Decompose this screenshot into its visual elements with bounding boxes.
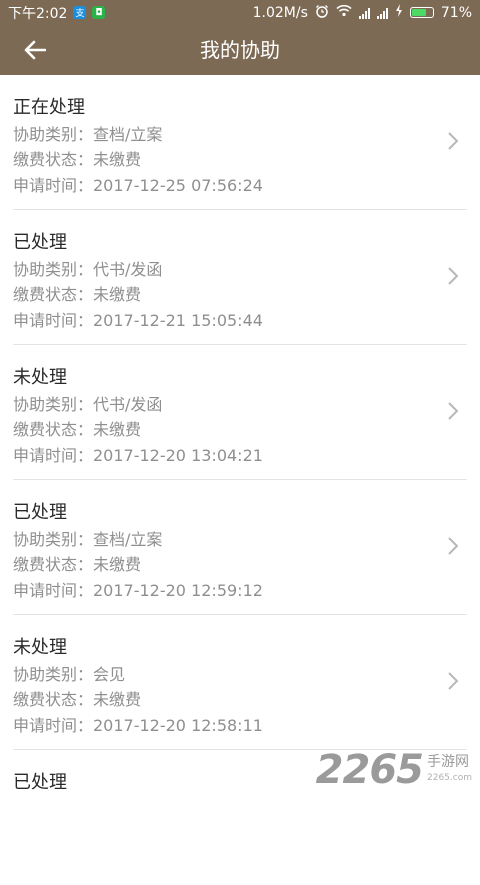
request-category: 协助类别：代书/发函 <box>13 395 163 414</box>
request-time: 申请时间：2017-12-25 07:56:24 <box>13 176 263 195</box>
list-item[interactable]: 已处理 协助类别：查档/立案 缴费状态：未缴费 申请时间：2017-12-20 … <box>13 480 467 615</box>
alarm-icon <box>315 4 329 22</box>
signal-icon <box>376 7 388 19</box>
watermark-logo: 2265 手游网 2265.com <box>316 748 472 792</box>
battery-icon <box>409 7 434 18</box>
alipay-icon: 支 <box>73 6 87 19</box>
watermark-sub: 2265.com <box>427 773 472 783</box>
status-left: 下午2:02 支 ◘ <box>8 3 106 23</box>
list-item[interactable]: 正在处理 协助类别：查档/立案 缴费状态：未缴费 申请时间：2017-12-25… <box>13 75 467 210</box>
request-status: 已处理 <box>13 232 67 253</box>
payment-status: 缴费状态：未缴费 <box>13 285 142 304</box>
app-bar: 我的协助 <box>0 25 480 75</box>
request-category: 协助类别：查档/立案 <box>13 125 163 144</box>
request-time: 申请时间：2017-12-21 15:05:44 <box>13 311 263 330</box>
request-category: 协助类别：查档/立案 <box>13 530 163 549</box>
chevron-right-icon <box>448 132 459 150</box>
chevron-right-icon <box>448 672 459 690</box>
request-time: 申请时间：2017-12-20 13:04:21 <box>13 446 263 465</box>
request-time: 申请时间：2017-12-20 12:59:12 <box>13 581 263 600</box>
status-right: 1.02M/s 71% <box>253 4 472 22</box>
payment-status: 缴费状态：未缴费 <box>13 690 142 709</box>
list-item[interactable]: 已处理 协助类别：代书/发函 缴费状态：未缴费 申请时间：2017-12-21 … <box>13 210 467 345</box>
request-status: 正在处理 <box>13 97 85 118</box>
clock: 下午2:02 <box>8 5 68 22</box>
request-status: 已处理 <box>13 772 67 793</box>
signal-icon <box>358 7 370 19</box>
charging-icon <box>395 4 403 21</box>
request-status: 未处理 <box>13 367 67 388</box>
list-item[interactable]: 未处理 协助类别：代书/发函 缴费状态：未缴费 申请时间：2017-12-20 … <box>13 345 467 480</box>
watermark-text-block: 手游网 2265.com <box>427 754 472 786</box>
request-category: 协助类别：代书/发函 <box>13 260 163 279</box>
wifi-icon <box>336 4 352 21</box>
status-bar: 下午2:02 支 ◘ 1.02M/s 71% <box>0 0 480 25</box>
network-speed: 1.02M/s <box>252 4 308 21</box>
request-status: 已处理 <box>13 502 67 523</box>
battery-percent: 71% <box>440 4 472 21</box>
battery-level <box>411 9 427 16</box>
watermark-number: 2265 <box>315 747 424 793</box>
watermark-text: 手游网 <box>427 754 469 770</box>
chevron-right-icon <box>448 267 459 285</box>
payment-status: 缴费状态：未缴费 <box>13 555 142 574</box>
wechat-icon: ◘ <box>92 6 106 19</box>
request-status: 未处理 <box>13 637 67 658</box>
payment-status: 缴费状态：未缴费 <box>13 420 142 439</box>
chevron-right-icon <box>448 402 459 420</box>
chevron-right-icon <box>448 537 459 555</box>
payment-status: 缴费状态：未缴费 <box>13 150 142 169</box>
request-category: 协助类别：会见 <box>13 665 126 684</box>
request-time: 申请时间：2017-12-20 12:58:11 <box>13 716 263 735</box>
list-item[interactable]: 未处理 协助类别：会见 缴费状态：未缴费 申请时间：2017-12-20 12:… <box>13 615 467 750</box>
page-title: 我的协助 <box>200 38 280 62</box>
